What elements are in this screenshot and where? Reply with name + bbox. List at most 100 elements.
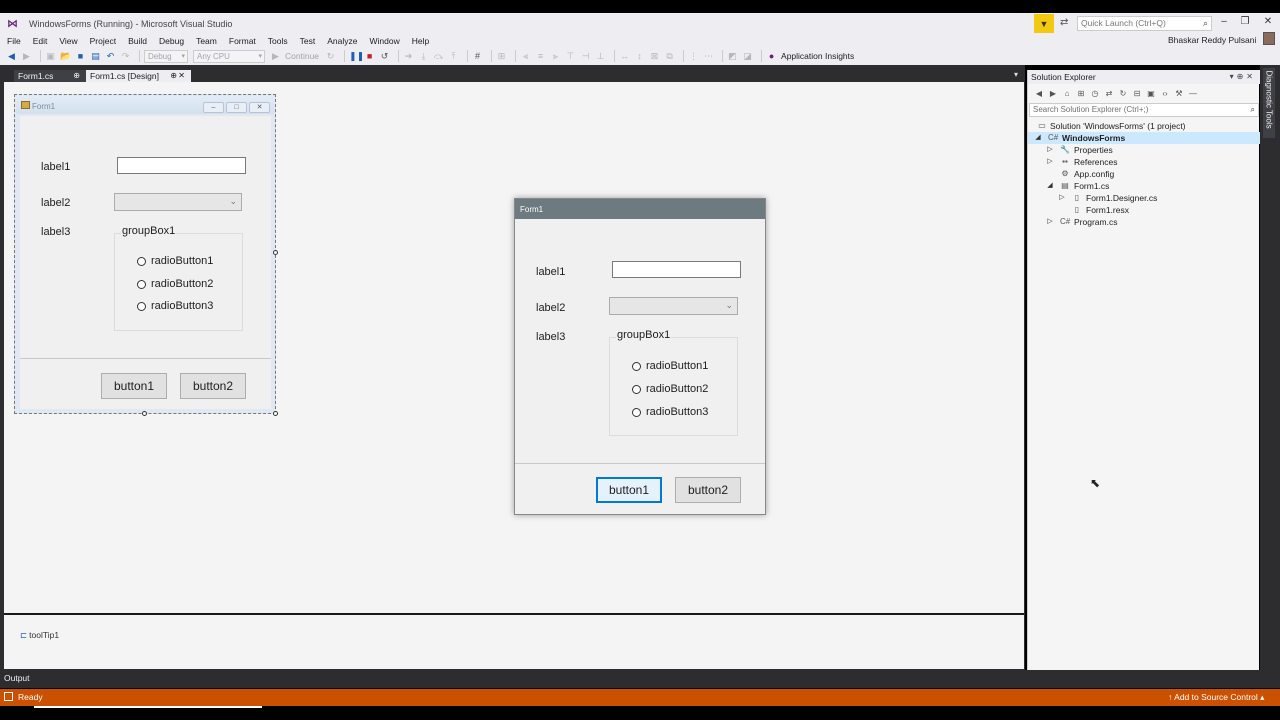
tree-item-form1-designer[interactable]: ▷ ▯ Form1.Designer.cs — [1028, 192, 1260, 204]
close-panel-icon[interactable]: ✕ — [1246, 72, 1256, 81]
send-to-back-icon[interactable]: ◪ — [742, 51, 753, 62]
menu-test[interactable]: Test — [294, 36, 322, 46]
make-same-width-icon[interactable]: ↔ — [619, 51, 630, 62]
combobox1[interactable]: ⌄ — [114, 193, 242, 211]
navigate-back-icon[interactable]: ◀ — [6, 51, 17, 62]
menu-edit[interactable]: Edit — [27, 36, 54, 46]
label2[interactable]: label2 — [41, 197, 70, 209]
restart-debugging-icon[interactable]: ↺ — [379, 51, 390, 62]
tab-form1-cs[interactable]: Form1.cs ⊕ — [14, 70, 86, 82]
textbox1[interactable] — [117, 157, 246, 174]
panel-window-controls[interactable]: ▾⊕✕ — [1230, 70, 1256, 84]
align-to-grid-icon[interactable]: ⊞ — [496, 51, 507, 62]
undo-icon[interactable]: ↶ — [105, 51, 116, 62]
navigate-forward-icon[interactable]: ▶ — [21, 51, 32, 62]
vertical-spacing-icon[interactable]: ⋯ — [703, 51, 714, 62]
step-out-icon[interactable]: ⤒ — [448, 51, 459, 62]
notifications-flag-icon[interactable]: ▼ — [1034, 14, 1054, 33]
button2[interactable]: button2 — [675, 477, 741, 503]
tree-item-solution[interactable]: ▭ Solution 'WindowsForms' (1 project) — [1028, 120, 1260, 132]
label3[interactable]: label3 — [41, 226, 70, 238]
application-insights-icon[interactable]: ● — [766, 51, 777, 62]
continue-play-icon[interactable]: ▶ — [270, 51, 281, 62]
feedback-icon[interactable]: ⇄ — [1060, 17, 1068, 28]
menu-window[interactable]: Window — [363, 36, 405, 46]
user-account-name[interactable]: Bhaskar Reddy Pulsani — [1168, 35, 1256, 45]
step-over-icon[interactable]: ⤼ — [433, 51, 444, 62]
pin-icon[interactable]: ⊕ — [73, 70, 80, 82]
sync-active-document-icon[interactable]: ⇄ — [1104, 89, 1114, 98]
design-form-client-area[interactable]: label1 label2 ⌄ label3 groupBox1 radioBu… — [20, 116, 271, 409]
new-project-icon[interactable]: ▣ — [45, 51, 56, 62]
expand-arrow-icon[interactable]: ▷ — [1046, 216, 1054, 228]
expand-arrow-icon[interactable]: ▷ — [1046, 156, 1054, 168]
back-icon[interactable]: ◀ — [1034, 89, 1044, 98]
textbox1[interactable] — [612, 261, 741, 278]
size-to-grid-icon[interactable]: ⊠ — [649, 51, 660, 62]
button1[interactable]: button1 — [596, 477, 662, 503]
radio-button-3[interactable]: radioButton3 — [137, 300, 213, 312]
stop-debugging-icon[interactable]: ■ — [364, 51, 375, 62]
tree-item-references[interactable]: ▷ ▪▪ References — [1028, 156, 1260, 168]
groupbox1[interactable]: groupBox1 radioButton1 radioButton2 radi… — [114, 225, 243, 331]
close-window-icon[interactable]: ✕ — [1261, 16, 1275, 27]
tree-item-app-config[interactable]: ⚙ App.config — [1028, 168, 1260, 180]
break-all-icon[interactable]: ❚❚ — [349, 51, 364, 62]
menu-tools[interactable]: Tools — [262, 36, 294, 46]
save-icon[interactable]: ■ — [75, 51, 86, 62]
diagnostic-tools-tab[interactable]: Diagnostic Tools — [1263, 68, 1275, 138]
switch-views-icon[interactable]: ⊞ — [1076, 89, 1086, 98]
radio-button-2[interactable]: radioButton2 — [137, 278, 213, 290]
align-centers-icon[interactable]: ≡ — [535, 51, 546, 62]
tree-item-program-cs[interactable]: ▷ C# Program.cs — [1028, 216, 1260, 228]
tab-list-dropdown-icon[interactable]: ▾ — [1014, 70, 1018, 79]
tree-item-form1-resx[interactable]: ▯ Form1.resx — [1028, 204, 1260, 216]
make-same-size-icon[interactable]: ⧉ — [664, 51, 675, 62]
expand-arrow-icon[interactable]: ◢ — [1046, 180, 1054, 192]
collapse-all-icon[interactable]: ⊟ — [1132, 89, 1142, 98]
solution-configuration-combo[interactable]: Debug — [144, 49, 188, 63]
home-icon[interactable]: ⌂ — [1062, 89, 1072, 98]
show-next-statement-icon[interactable]: ➔ — [403, 51, 414, 62]
make-same-height-icon[interactable]: ↕ — [634, 51, 645, 62]
combobox1[interactable]: ⌄ — [609, 297, 738, 315]
align-rights-icon[interactable]: ⫸ — [550, 51, 561, 62]
quick-launch-input[interactable]: Quick Launch (Ctrl+Q) ⌕ — [1077, 16, 1212, 31]
resize-handle-bottom[interactable] — [142, 411, 147, 416]
close-tab-icon[interactable]: ✕ — [178, 70, 185, 82]
forward-icon[interactable]: ▶ — [1048, 89, 1058, 98]
properties-wrench-icon[interactable]: ⚒ — [1174, 89, 1184, 98]
expand-arrow-icon[interactable]: ▷ — [1058, 192, 1066, 204]
align-middles-icon[interactable]: ⊣ — [580, 51, 591, 62]
tree-item-form1-cs[interactable]: ◢ ▤ Form1.cs — [1028, 180, 1260, 192]
align-lefts-icon[interactable]: ⫷ — [520, 51, 531, 62]
hex-display-icon[interactable]: # — [472, 51, 483, 62]
menu-help[interactable]: Help — [406, 36, 435, 46]
application-insights-button[interactable]: Application Insights — [781, 51, 854, 61]
running-form-window[interactable]: Form1 label1 label2 ⌄ label3 groupBox1 r… — [514, 198, 766, 515]
continue-button[interactable]: Continue — [285, 51, 319, 61]
tree-item-properties[interactable]: ▷ 🔧 Properties — [1028, 144, 1260, 156]
menu-file[interactable]: File — [0, 36, 27, 46]
menu-team[interactable]: Team — [190, 36, 223, 46]
button2[interactable]: button2 — [180, 373, 246, 399]
menu-analyze[interactable]: Analyze — [321, 36, 363, 46]
output-tab[interactable]: Output — [4, 673, 30, 683]
menu-debug[interactable]: Debug — [153, 36, 190, 46]
save-all-icon[interactable]: ▤ — [90, 51, 101, 62]
resize-handle-right[interactable] — [273, 250, 278, 255]
button1[interactable]: button1 — [101, 373, 167, 399]
preview-selected-icon[interactable]: — — [1188, 89, 1198, 98]
view-code-icon[interactable]: ‹› — [1160, 89, 1170, 98]
align-bottoms-icon[interactable]: ⊥ — [595, 51, 606, 62]
open-file-icon[interactable]: 📂 — [60, 51, 71, 62]
avatar[interactable] — [1263, 32, 1275, 45]
pending-changes-icon[interactable]: ◷ — [1090, 89, 1100, 98]
radio-button-2[interactable]: radioButton2 — [632, 383, 708, 395]
expand-arrow-icon[interactable]: ◢ — [1034, 132, 1042, 144]
menu-project[interactable]: Project — [84, 36, 122, 46]
design-form[interactable]: Form1 – □ ✕ label1 label2 ⌄ label3 group… — [14, 94, 276, 414]
auto-hide-pin-icon[interactable]: ⊕ — [1237, 72, 1247, 81]
radio-button-3[interactable]: radioButton3 — [632, 406, 708, 418]
radio-button-1[interactable]: radioButton1 — [137, 255, 213, 267]
